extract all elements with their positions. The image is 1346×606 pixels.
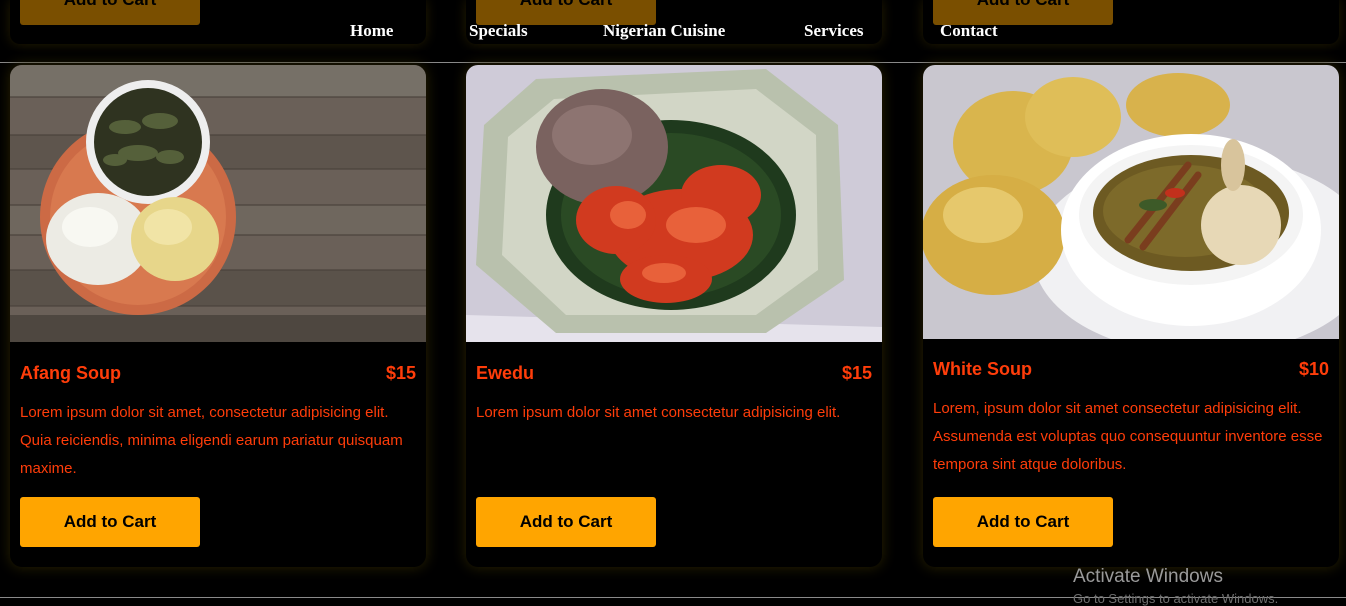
menu-card: Afang Soup $15 Lorem ipsum dolor sit ame… (10, 65, 426, 567)
add-to-cart-button[interactable]: Add to Cart (476, 497, 656, 547)
dish-price: $10 (1298, 359, 1329, 379)
menu-card: Ewedu $15 Lorem ipsum dolor sit amet con… (466, 65, 882, 567)
dish-description: Lorem ipsum dolor sit amet consectetur a… (476, 404, 841, 421)
dish-price: $15 (841, 363, 872, 383)
dish-description: Lorem ipsum dolor sit amet, consectetur … (20, 404, 403, 477)
menu-card: White Soup $10 Lorem, ipsum dolor sit am… (923, 65, 1339, 567)
activate-windows-title: Activate Windows (1073, 566, 1223, 587)
nav-nigerian-cuisine[interactable]: Nigerian Cuisine (603, 21, 725, 41)
food-image (466, 65, 882, 342)
add-to-cart-button[interactable]: Add to Cart (20, 497, 200, 547)
dish-name: Ewedu (476, 363, 535, 383)
nav-specials[interactable]: Specials (469, 21, 528, 41)
nav-services[interactable]: Services (804, 21, 863, 41)
navbar: Home Specials Nigerian Cuisine Services … (0, 0, 1346, 63)
food-image (923, 65, 1339, 339)
add-to-cart-button[interactable]: Add to Cart (933, 497, 1113, 547)
nav-home[interactable]: Home (350, 21, 393, 41)
dish-name: Afang Soup (20, 363, 121, 383)
dish-description: Lorem, ipsum dolor sit amet consectetur … (933, 400, 1323, 473)
food-image (10, 65, 426, 342)
dish-price: $15 (385, 363, 416, 383)
dish-name: White Soup (933, 359, 1032, 379)
activate-windows-subtitle: Go to Settings to activate Windows. (1073, 591, 1279, 606)
nav-contact[interactable]: Contact (940, 21, 998, 41)
